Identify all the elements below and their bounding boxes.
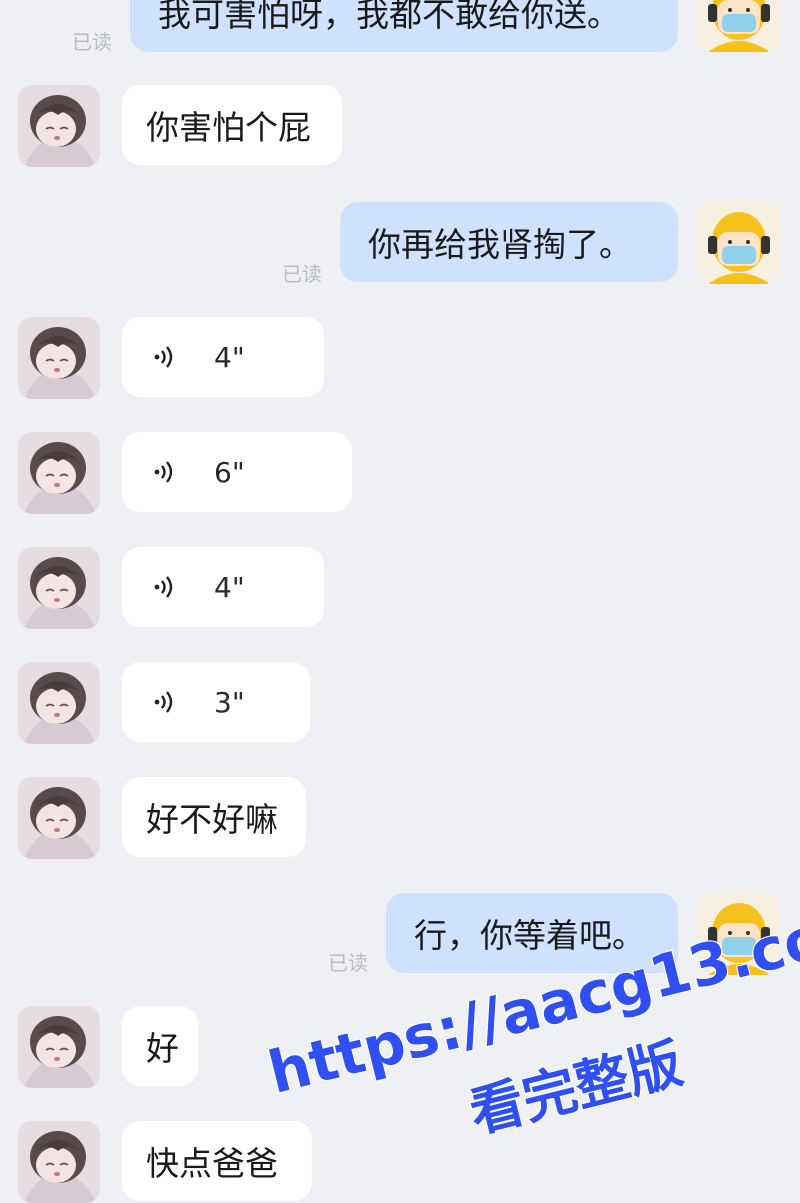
watermark-subtitle: 看完整版 [463, 1031, 690, 1146]
message-bubble[interactable]: 你害怕个屁 [122, 85, 342, 165]
anime-girl-avatar-icon [18, 547, 100, 629]
message-text: 你再给我肾掏了。 [368, 225, 632, 264]
contact-avatar[interactable] [18, 777, 100, 859]
anime-girl-avatar-icon [18, 1006, 100, 1088]
voice-wave-icon [150, 455, 184, 489]
watermark-overlay: https://aacg13.com 看完整版 [261, 888, 800, 1180]
message-bubble[interactable]: 行，你等着吧。 [386, 893, 678, 973]
message-text: 行，你等着吧。 [414, 916, 645, 955]
contact-avatar[interactable] [18, 317, 100, 399]
my-avatar[interactable] [698, 893, 780, 975]
message-text: 快点爸爸 [146, 1144, 278, 1183]
message-text: 你害怕个屁 [146, 108, 311, 147]
voice-wave-icon [150, 570, 184, 604]
anime-girl-avatar-icon [18, 85, 100, 167]
read-receipt: 已读 [328, 951, 368, 975]
voice-duration: 3" [214, 685, 245, 719]
contact-avatar[interactable] [18, 1006, 100, 1088]
chat-window[interactable]: 已读 我可害怕呀，我都不敢给你送。 你害怕个屁 已读 你再给我肾掏了。 4" 6… [0, 0, 800, 1203]
message-text: 好不好嘛 [146, 800, 278, 839]
message-text: 我可害怕呀，我都不敢给你送。 [158, 0, 620, 34]
contact-avatar[interactable] [18, 85, 100, 167]
anime-girl-avatar-icon [18, 777, 100, 859]
contact-avatar[interactable] [18, 662, 100, 744]
voice-message-bubble[interactable]: 4" [122, 547, 324, 627]
voice-message-bubble[interactable]: 3" [122, 662, 310, 742]
anime-girl-avatar-icon [18, 662, 100, 744]
delivery-rider-helmet-avatar-icon [698, 893, 780, 975]
message-text: 好 [146, 1029, 179, 1068]
delivery-rider-helmet-avatar-icon [698, 0, 780, 52]
voice-duration: 6" [214, 455, 245, 489]
voice-duration: 4" [214, 340, 245, 374]
contact-avatar[interactable] [18, 1121, 100, 1203]
delivery-rider-helmet-avatar-icon [698, 202, 780, 284]
my-avatar[interactable] [698, 202, 780, 284]
voice-wave-icon [150, 685, 184, 719]
message-bubble[interactable]: 你再给我肾掏了。 [340, 202, 678, 282]
voice-duration: 4" [214, 570, 245, 604]
anime-girl-avatar-icon [18, 317, 100, 399]
voice-message-bubble[interactable]: 6" [122, 432, 352, 512]
read-receipt: 已读 [282, 262, 322, 286]
anime-girl-avatar-icon [18, 1121, 100, 1203]
voice-message-bubble[interactable]: 4" [122, 317, 324, 397]
message-bubble[interactable]: 我可害怕呀，我都不敢给你送。 [130, 0, 678, 52]
message-bubble[interactable]: 快点爸爸 [122, 1121, 312, 1201]
message-bubble[interactable]: 好不好嘛 [122, 777, 306, 857]
voice-wave-icon [150, 340, 184, 374]
anime-girl-avatar-icon [18, 432, 100, 514]
contact-avatar[interactable] [18, 432, 100, 514]
read-receipt: 已读 [72, 30, 112, 54]
contact-avatar[interactable] [18, 547, 100, 629]
message-bubble[interactable]: 好 [122, 1006, 198, 1086]
my-avatar[interactable] [698, 0, 780, 52]
